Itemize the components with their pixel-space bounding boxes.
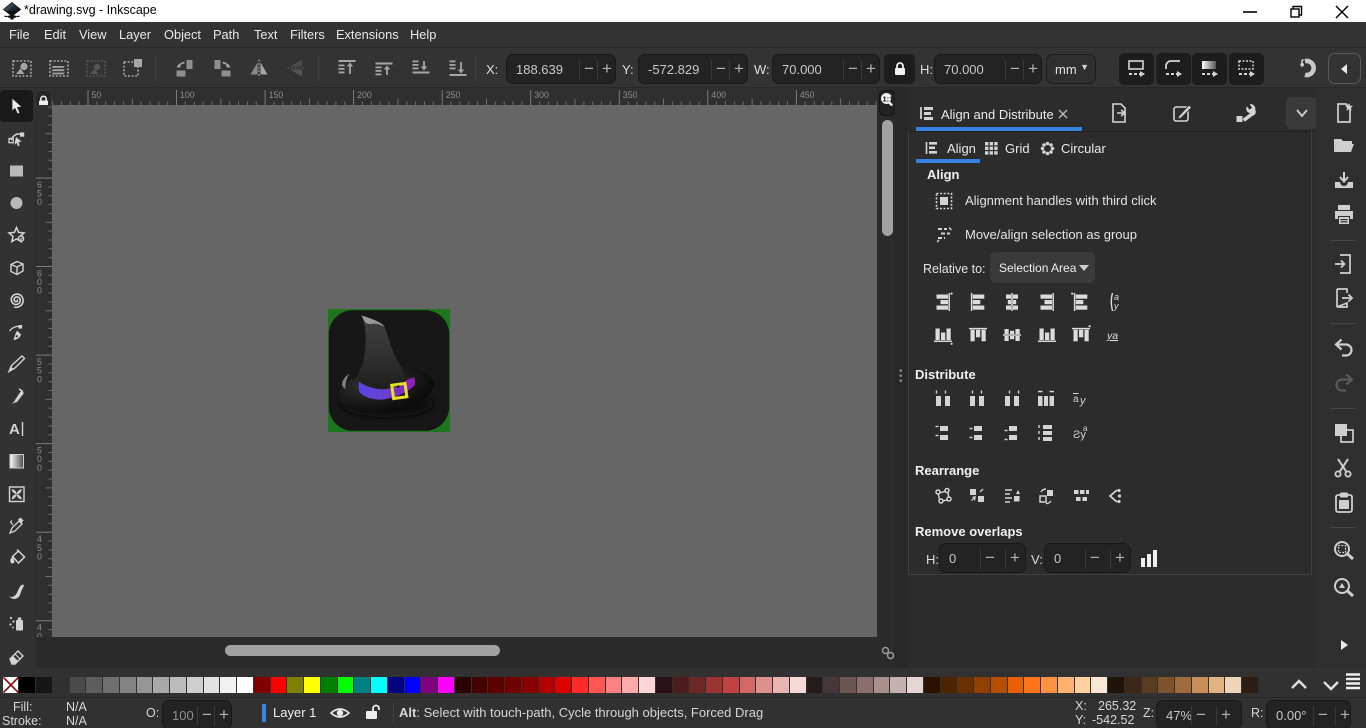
svg-text:450: 450 [800, 90, 815, 100]
svg-text:150: 150 [269, 90, 284, 100]
svg-text:250: 250 [446, 90, 461, 100]
svg-text:0: 0 [37, 197, 42, 207]
svg-text:A: A [9, 421, 20, 438]
svg-text:1:1: 1:1 [883, 95, 894, 104]
svg-text:400: 400 [711, 90, 726, 100]
svg-text:0: 0 [37, 551, 42, 561]
svg-text:0: 0 [37, 286, 42, 296]
svg-text:a: a [1083, 424, 1088, 433]
svg-text:100: 100 [180, 90, 195, 100]
svg-text:0: 0 [37, 374, 42, 384]
svg-text:y: y [1113, 301, 1119, 311]
svg-text:300: 300 [534, 90, 549, 100]
svg-text:200: 200 [357, 90, 372, 100]
svg-text:350: 350 [623, 90, 638, 100]
svg-text:y: y [1079, 395, 1087, 407]
svg-text:0: 0 [37, 463, 42, 473]
svg-text:ya: ya [1106, 330, 1118, 342]
svg-text:50: 50 [92, 90, 102, 100]
svg-text:a: a [1073, 394, 1079, 405]
